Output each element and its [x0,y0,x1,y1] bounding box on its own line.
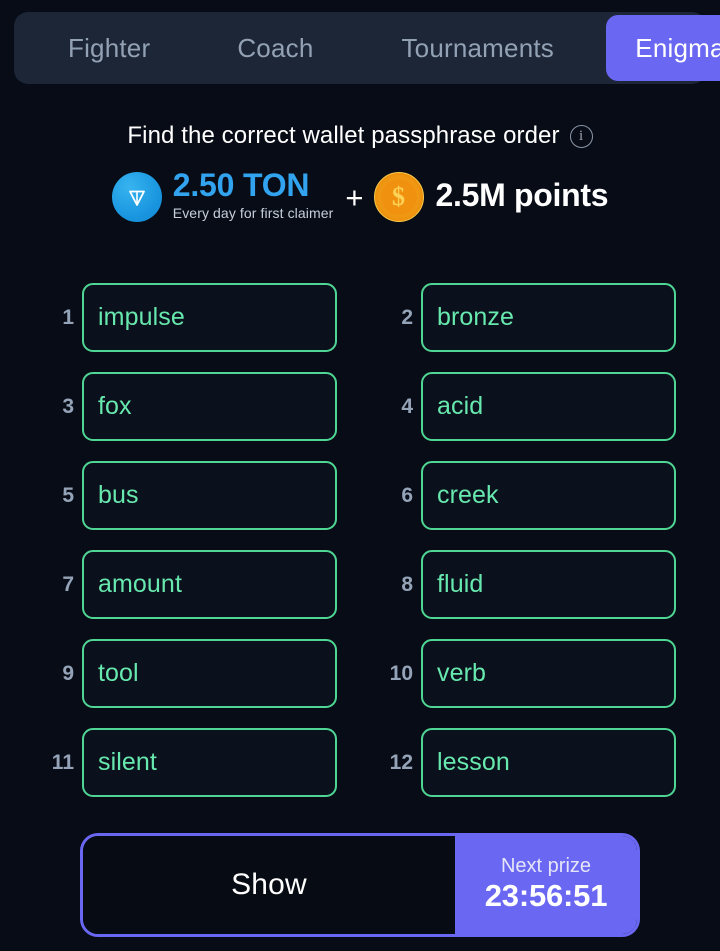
word-cell: 9 tool [44,639,337,708]
next-prize-timer: 23:56:51 [484,878,608,914]
word-cell: 3 fox [44,372,337,441]
word-box[interactable]: bus [82,461,337,530]
top-tab-bar: Fighter Coach Tournaments Enigma [14,12,720,84]
tab-tournaments-label: Tournaments [401,32,554,63]
word-number: 4 [401,394,413,418]
gold-coin-glyph: $ [380,179,417,215]
word-text: fluid [437,570,484,598]
prize-row: 2.50 TON Every day for first claimer + $… [0,167,720,236]
word-text: amount [98,570,182,598]
word-box[interactable]: silent [82,728,337,797]
word-cell: 12 lesson [383,728,676,797]
word-number: 1 [62,305,74,329]
next-prize-label: Next prize [500,855,592,878]
word-number: 9 [62,661,74,685]
ton-subtitle: Every day for first claimer [172,204,334,221]
word-box[interactable]: verb [421,639,676,708]
word-box[interactable]: tool [82,639,337,708]
passphrase-grid: 1 impulse 2 bronze 3 fox 4 acid 5 bus 6 … [44,283,676,797]
word-cell: 2 bronze [383,283,676,352]
word-box[interactable]: acid [421,372,676,441]
ton-logo-icon [111,172,162,222]
word-number: 11 [51,750,74,774]
page-title: Find the correct wallet passphrase order… [0,122,720,150]
word-number: 3 [62,394,74,418]
ton-prize: 2.50 TON Every day for first claimer [172,167,334,221]
word-text: tool [98,659,139,687]
word-text: fox [98,392,132,420]
show-button[interactable]: Show [83,836,455,934]
tab-enigma-label: Enigma [635,32,720,63]
ton-amount: 2.50 TON [172,167,310,203]
prize-separator: + [345,180,364,215]
word-number: 6 [401,483,413,507]
show-button-label: Show [231,868,307,901]
tab-fighter[interactable]: Fighter [46,19,172,77]
word-cell: 1 impulse [44,283,337,352]
points-amount: 2.5M points [435,177,609,213]
word-text: bus [98,481,139,509]
word-number: 10 [389,661,413,685]
word-number: 2 [401,305,413,329]
bottom-action-bar: Show Next prize 23:56:51 [80,833,640,937]
word-number: 12 [389,750,413,774]
word-text: bronze [437,303,515,331]
info-icon[interactable]: i [569,124,593,148]
word-box[interactable]: fox [82,372,337,441]
word-cell: 5 bus [44,461,337,530]
word-cell: 8 fluid [383,550,676,619]
word-cell: 11 silent [44,728,337,797]
word-box[interactable]: bronze [421,283,676,352]
tab-coach-label: Coach [237,32,314,63]
enigma-screen: Fighter Coach Tournaments Enigma Find th… [0,0,720,951]
word-number: 5 [62,483,74,507]
word-text: lesson [437,748,510,776]
tab-coach[interactable]: Coach [215,19,335,77]
info-icon-glyph: i [579,127,584,144]
word-text: creek [437,481,499,509]
word-box[interactable]: fluid [421,550,676,619]
word-text: acid [437,392,484,420]
word-box[interactable]: creek [421,461,676,530]
tab-enigma[interactable]: Enigma [605,15,720,81]
word-cell: 4 acid [383,372,676,441]
word-text: verb [437,659,487,687]
word-cell: 6 creek [383,461,676,530]
word-cell: 7 amount [44,550,337,619]
word-box[interactable]: impulse [82,283,337,352]
gold-coin-icon: $ [373,172,424,222]
word-text: silent [98,748,157,776]
word-cell: 10 verb [383,639,676,708]
tab-tournaments[interactable]: Tournaments [379,19,576,77]
page-title-text: Find the correct wallet passphrase order [127,122,560,149]
next-prize-panel[interactable]: Next prize 23:56:51 [455,836,637,934]
word-number: 8 [401,572,413,596]
word-number: 7 [62,572,74,596]
word-box[interactable]: amount [82,550,337,619]
tab-fighter-label: Fighter [68,32,151,63]
word-text: impulse [98,303,185,331]
word-box[interactable]: lesson [421,728,676,797]
